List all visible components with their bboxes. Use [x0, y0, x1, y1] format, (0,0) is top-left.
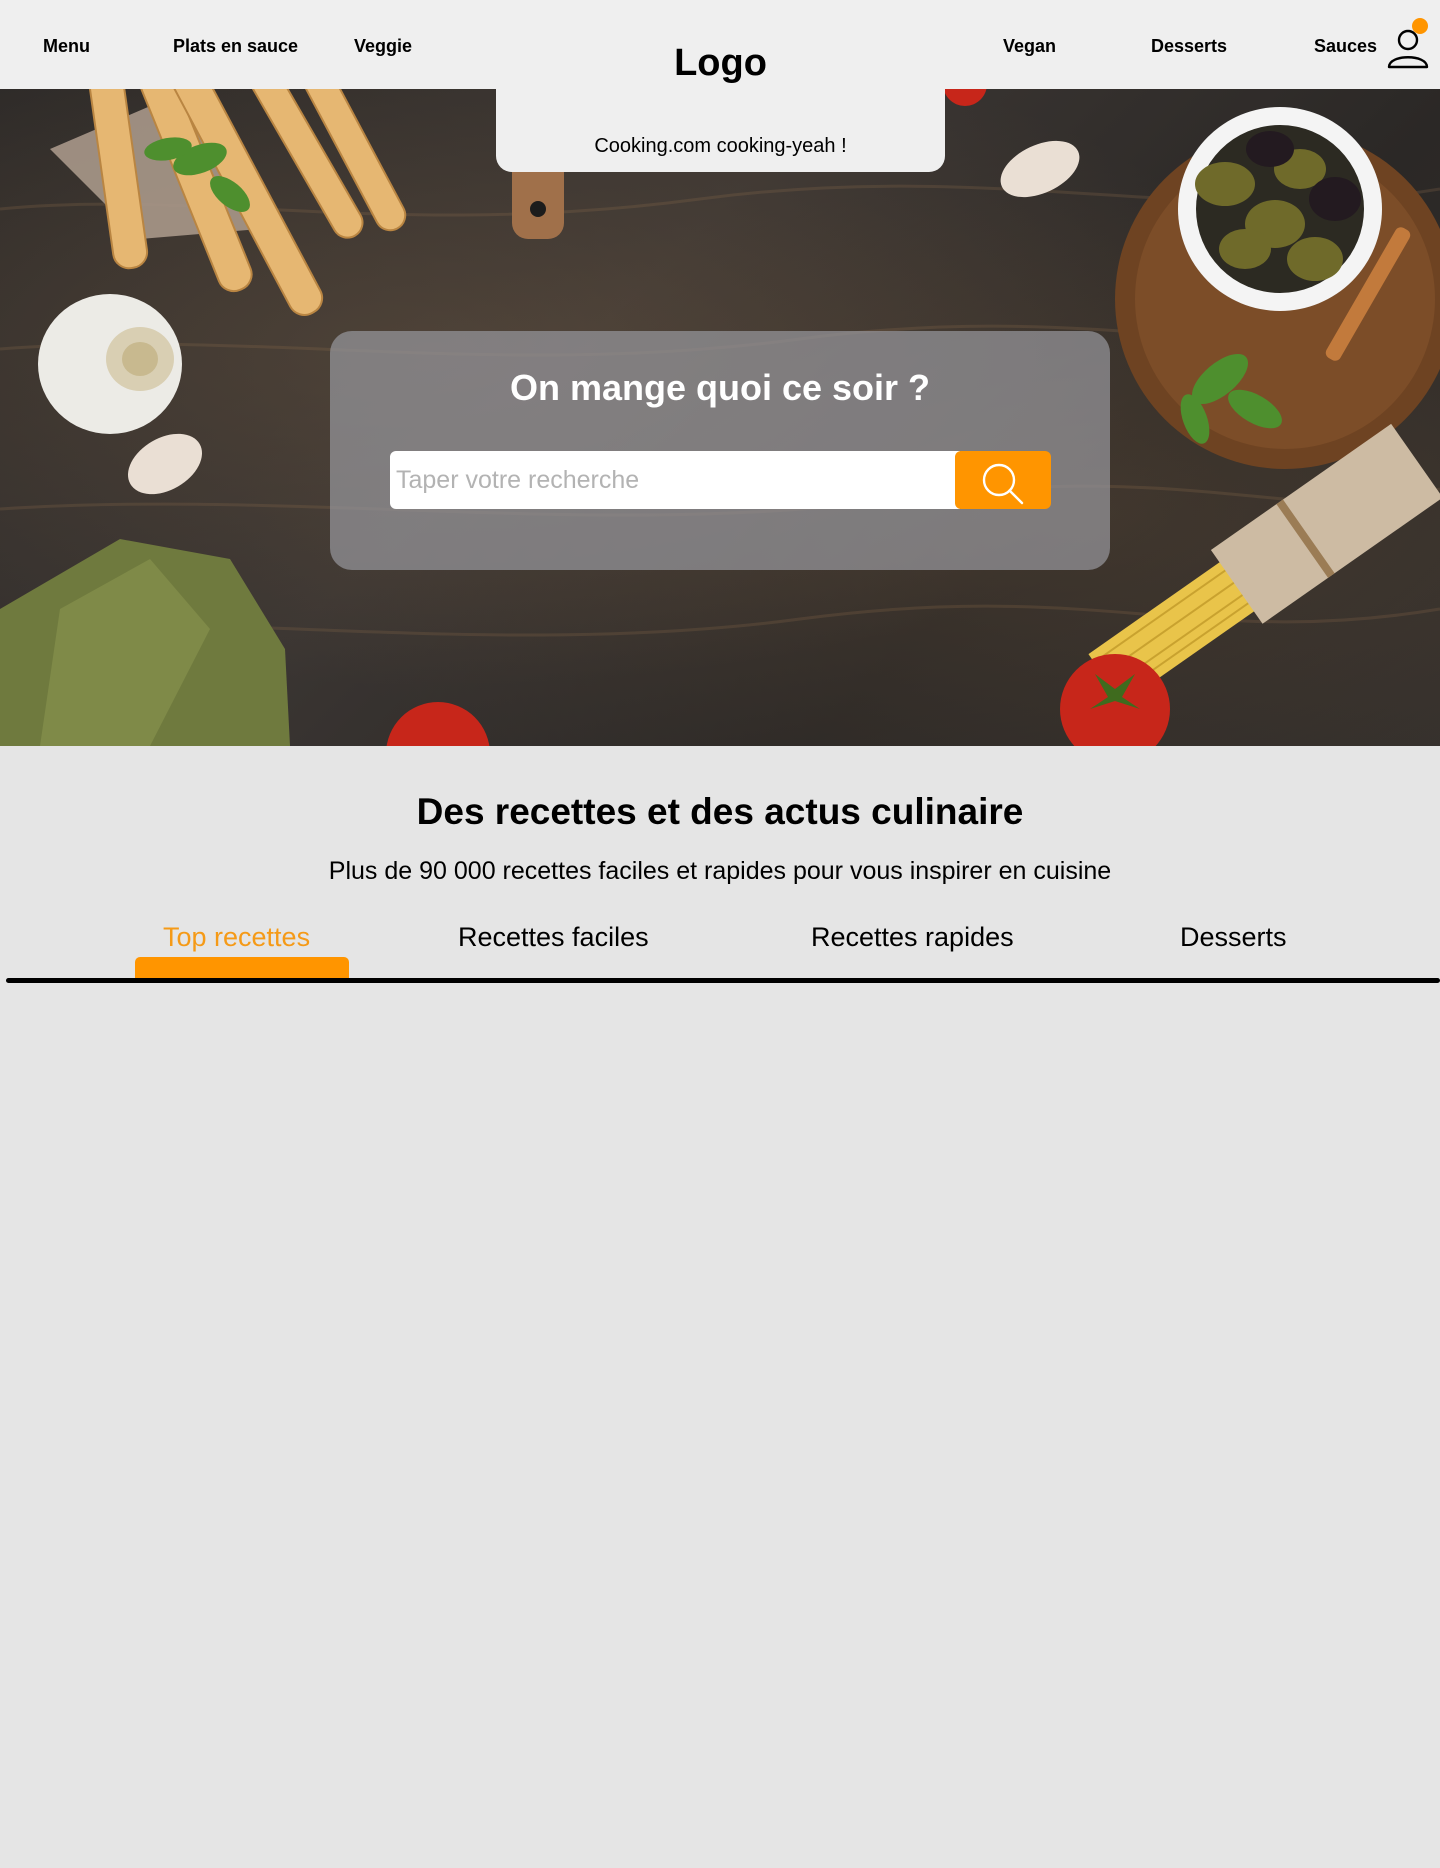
tabs-divider: [6, 978, 1440, 983]
nav-link-desserts[interactable]: Desserts: [1151, 36, 1227, 57]
section-subtitle: Plus de 90 000 recettes faciles et rapid…: [328, 857, 1112, 885]
search-input[interactable]: [390, 451, 960, 509]
tagline: Cooking.com cooking-yeah !: [594, 135, 847, 157]
notification-badge: [1412, 18, 1428, 34]
search-button[interactable]: [955, 451, 1051, 509]
tab-top-recettes[interactable]: Top recettes: [163, 922, 310, 953]
nav-link-menu[interactable]: Menu: [43, 36, 90, 57]
search-panel: On mange quoi ce soir ?: [330, 331, 1110, 570]
logo[interactable]: Logo: [496, 42, 945, 85]
nav-link-vegan[interactable]: Vegan: [1003, 36, 1056, 57]
tab-recettes-faciles[interactable]: Recettes faciles: [458, 922, 649, 953]
nav-link-sauces[interactable]: Sauces: [1314, 36, 1377, 57]
logo-panel: Logo Cooking.com cooking-yeah !: [496, 0, 945, 172]
tab-recettes-rapides[interactable]: Recettes rapides: [811, 922, 1014, 953]
nav-link-plats-en-sauce[interactable]: Plats en sauce: [173, 36, 298, 57]
tab-desserts[interactable]: Desserts: [1180, 922, 1287, 953]
hero-banner: On mange quoi ce soir ?: [0, 89, 1440, 746]
hero-title: On mange quoi ce soir ?: [509, 367, 931, 408]
page: Menu Plats en sauce Veggie Vegan Dessert…: [0, 0, 1440, 1868]
section-title: Des recettes et des actus culinaire: [416, 791, 1024, 832]
search-icon: [982, 463, 1024, 504]
nav-link-veggie[interactable]: Veggie: [354, 36, 412, 57]
